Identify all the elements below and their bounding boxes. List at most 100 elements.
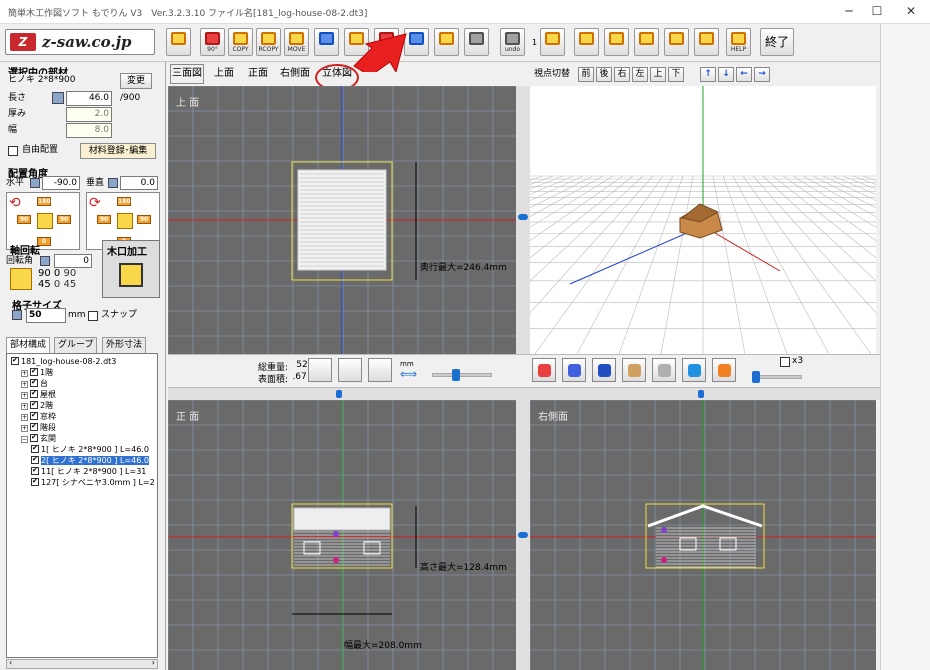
toolbar-button-5[interactable]: MOVE (284, 28, 309, 56)
tree-expander-icon[interactable]: + (21, 425, 28, 432)
tree-checkbox[interactable] (30, 410, 38, 421)
toolbar-button-19[interactable]: HELP (726, 28, 751, 56)
tab-parts[interactable]: 部材構成 (6, 337, 51, 354)
move-left-button[interactable] (308, 358, 332, 382)
rotate-arrow-button-4[interactable]: → (754, 67, 770, 82)
center-button[interactable] (338, 358, 362, 382)
maximize-button[interactable]: ☐ (862, 2, 892, 20)
tree-expander-icon[interactable]: + (21, 392, 28, 399)
rotate-arrow-button-2[interactable]: ↓ (718, 67, 734, 82)
rotation-cell[interactable]: 45 (38, 279, 51, 290)
tree-checkbox[interactable] (31, 476, 39, 487)
tree-expander-icon[interactable]: + (21, 370, 28, 377)
tree-item[interactable]: 11[ ヒノキ 2*8*900 ] L=31 (31, 465, 146, 477)
splitter-handle[interactable] (518, 214, 528, 220)
toolbar-button-16[interactable] (634, 28, 659, 56)
angle-cell[interactable]: 90 (97, 215, 111, 224)
vertical-splitter[interactable] (516, 86, 530, 354)
display-mode-button-4[interactable] (622, 358, 646, 382)
tab-dimensions[interactable]: 外形寸法 (102, 337, 147, 353)
width-input[interactable]: 8.0 (66, 123, 112, 138)
mouth-process-button[interactable] (119, 263, 143, 287)
zoom-checkbox[interactable] (780, 357, 790, 367)
rotation-calc-icon[interactable] (40, 256, 50, 266)
tab-top-view[interactable]: 上面 (214, 66, 234, 82)
snap-checkbox[interactable] (88, 311, 98, 321)
tab-group[interactable]: グループ (54, 337, 98, 353)
viewpoint-button-3[interactable]: 右 (614, 67, 630, 82)
tree-scrollbar[interactable]: ‹ › (6, 658, 158, 669)
front-view-pane[interactable]: 正 面 高さ最大=128.4mm 幅最大=208.0mm (168, 400, 516, 670)
tree-expander-icon[interactable]: − (21, 436, 28, 443)
display-mode-button-1[interactable] (532, 358, 556, 382)
3d-view-pane[interactable] (530, 86, 876, 354)
angle-cell[interactable]: 90 (57, 215, 71, 224)
tree-item[interactable]: + 階段 (21, 421, 56, 433)
rotation-cell[interactable]: 0 (54, 268, 60, 279)
move-slider[interactable] (432, 373, 492, 377)
toolbar-button-12[interactable]: undo (500, 28, 525, 56)
vertical-splitter-bottom[interactable] (516, 400, 530, 670)
scroll-right-icon[interactable]: › (152, 658, 155, 667)
toolbar-button-11[interactable] (464, 28, 489, 56)
zoom-slider-knob[interactable] (752, 371, 760, 383)
toolbar-button-1[interactable] (166, 28, 191, 56)
scroll-left-icon[interactable]: ‹ (9, 658, 12, 667)
tree-item[interactable]: − 玄関 (21, 432, 56, 444)
toolbar-button-6[interactable] (314, 28, 339, 56)
toolbar-button-14[interactable] (574, 28, 599, 56)
move-slider-knob[interactable] (452, 369, 460, 381)
length-input[interactable]: 46.0 (66, 91, 112, 106)
tree-item[interactable]: 2[ ヒノキ 2*8*900 ] L=46.0 (31, 454, 149, 466)
display-mode-button-5[interactable] (652, 358, 676, 382)
vertical-angle-input[interactable]: 0.0 (120, 176, 158, 190)
angle-cell[interactable]: 180 (37, 197, 51, 206)
change-button[interactable]: 変更 (120, 73, 152, 89)
tree-checkbox[interactable] (30, 432, 38, 443)
move-right-button[interactable] (368, 358, 392, 382)
viewpoint-button-5[interactable]: 上 (650, 67, 666, 82)
register-material-button[interactable]: 材料登録･編集 (80, 143, 156, 159)
axis-rotate-icon[interactable] (10, 268, 32, 290)
horizontal-splitter[interactable] (168, 388, 880, 400)
viewpoint-button-2[interactable]: 後 (596, 67, 612, 82)
grid-calc-icon[interactable] (12, 310, 22, 320)
side-view-pane[interactable]: 右側面 (530, 400, 876, 670)
horizontal-calc-icon[interactable] (30, 178, 40, 188)
tree-checkbox[interactable] (31, 443, 39, 454)
tree-expander-icon[interactable]: + (21, 381, 28, 388)
angle-cell[interactable]: 90 (17, 215, 31, 224)
tree-item[interactable]: + 屋根 (21, 388, 56, 400)
tree-checkbox[interactable] (30, 421, 38, 432)
display-mode-button-6[interactable] (682, 358, 706, 382)
toolbar-button-17[interactable] (664, 28, 689, 56)
toolbar-button-3[interactable]: COPY (228, 28, 253, 56)
horizontal-angle-input[interactable]: -90.0 (42, 176, 80, 190)
display-mode-button-7[interactable] (712, 358, 736, 382)
tree-item[interactable]: +1階 (21, 366, 53, 378)
splitter-handle[interactable] (518, 532, 528, 538)
tab-three-view[interactable]: 三面図 (170, 64, 204, 84)
tree-item[interactable]: + 窓枠 (21, 410, 56, 422)
tree-checkbox[interactable] (30, 388, 38, 399)
tree-checkbox[interactable] (11, 355, 19, 366)
vertical-calc-icon[interactable] (108, 178, 118, 188)
toolbar-button-10[interactable] (434, 28, 459, 56)
splitter-handle[interactable] (698, 390, 704, 398)
splitter-handle[interactable] (336, 390, 342, 398)
display-mode-button-2[interactable] (562, 358, 586, 382)
tree-item[interactable]: 1[ ヒノキ 2*8*900 ] L=46.0 (31, 443, 149, 455)
tree-expander-icon[interactable]: + (21, 414, 28, 421)
viewpoint-button-1[interactable]: 前 (578, 67, 594, 82)
length-calc-icon[interactable] (52, 92, 64, 104)
tree-checkbox[interactable] (31, 454, 39, 465)
tree-item[interactable]: 181_log-house-08-2.dt3 (11, 355, 116, 367)
minimize-button[interactable]: ─ (834, 2, 864, 20)
rotate-arrow-button-1[interactable]: ↑ (700, 67, 716, 82)
rotate-arrow-button-3[interactable]: ← (736, 67, 752, 82)
viewpoint-button-6[interactable]: 下 (668, 67, 684, 82)
angle-cell[interactable]: 90 (137, 215, 151, 224)
tree-expander-icon[interactable]: + (21, 403, 28, 410)
toolbar-button-4[interactable]: RCOPY (256, 28, 281, 56)
tree-checkbox[interactable] (30, 377, 38, 388)
